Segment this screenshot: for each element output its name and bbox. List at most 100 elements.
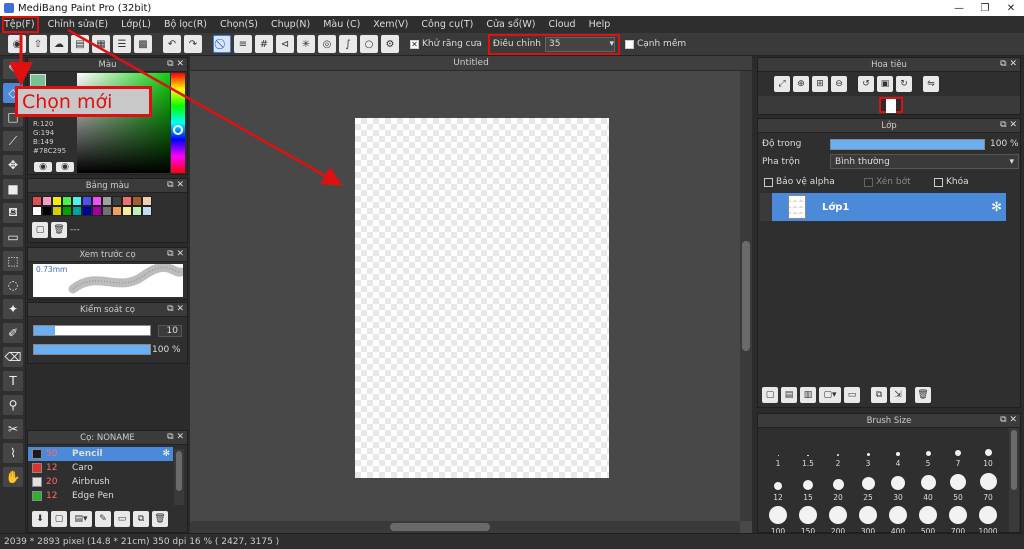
brush-size-option[interactable]: 15 <box>793 464 823 502</box>
menu-color[interactable]: Màu (C) <box>323 19 360 30</box>
snap-curve-icon[interactable]: ∫ <box>339 35 357 53</box>
palette-swatch[interactable] <box>42 196 52 206</box>
menu-help[interactable]: Help <box>589 19 611 30</box>
brush-size-option[interactable]: 1 <box>763 430 793 468</box>
delete-swatch-icon[interactable]: 🗑 <box>51 222 67 238</box>
brush-size-option[interactable]: 1.5 <box>793 430 823 468</box>
brush-duplicate-icon[interactable]: ⧉ <box>133 511 149 527</box>
brush-add-menu-icon[interactable]: ▤▾ <box>70 511 92 527</box>
palette-swatch[interactable] <box>82 206 92 216</box>
snap-perspective-icon[interactable]: ⊲ <box>276 35 294 53</box>
layer-folder-icon[interactable]: ▭ <box>844 387 860 403</box>
palette-swatch[interactable] <box>112 206 122 216</box>
snap-off-icon[interactable]: ⃠ <box>213 35 231 53</box>
brush-size-option[interactable]: 30 <box>883 464 913 502</box>
panel-pin-close-icon[interactable]: ⧉ ✕ <box>1000 120 1017 130</box>
palette-swatch[interactable] <box>122 196 132 206</box>
comment-icon[interactable]: ▤ <box>71 35 89 53</box>
brush-size-option[interactable]: 10 <box>973 430 1003 468</box>
select-eraser-tool-icon[interactable]: ⌫ <box>3 347 23 367</box>
snap-parallel-icon[interactable]: ≡ <box>234 35 252 53</box>
rotate-right-icon[interactable]: ↻ <box>896 76 912 92</box>
palette-swatch[interactable] <box>142 196 152 206</box>
brush-delete-icon[interactable]: 🗑 <box>152 511 168 527</box>
snap-cross-icon[interactable]: # <box>255 35 273 53</box>
zoom-fit-icon[interactable]: ⤢ <box>774 76 790 92</box>
palette-swatch[interactable] <box>132 206 142 216</box>
brush-item-pencil[interactable]: 50 Pencil ✻ <box>28 447 173 461</box>
operation-tool-icon[interactable]: ⚲ <box>3 395 23 415</box>
menu-layer[interactable]: Lớp(L) <box>121 19 151 30</box>
hue-slider[interactable] <box>171 73 185 173</box>
magic-wand-tool-icon[interactable]: ✦ <box>3 299 23 319</box>
canvas-tab[interactable]: Untitled <box>190 56 752 71</box>
brush-size-option[interactable]: 400 <box>883 498 913 536</box>
brush-size-option[interactable]: 40 <box>913 464 943 502</box>
clip-checkbox[interactable] <box>864 177 873 187</box>
export-icon[interactable]: ⇧ <box>29 35 47 53</box>
zoom-in-icon[interactable]: ⊕ <box>793 76 809 92</box>
brush-size-option[interactable]: 3 <box>853 430 883 468</box>
brush-size-option[interactable]: 50 <box>943 464 973 502</box>
brush-size-option[interactable]: 2 <box>823 430 853 468</box>
palette-swatch[interactable] <box>92 206 102 216</box>
close-button[interactable]: ✕ <box>998 0 1024 16</box>
maximize-button[interactable]: ❐ <box>972 0 998 16</box>
fill-rect-tool-icon[interactable]: ■ <box>3 179 23 199</box>
menu-edit[interactable]: Chỉnh sửa(E) <box>48 19 109 30</box>
adjust-select[interactable]: 35 ▾ <box>544 36 615 52</box>
rotate-reset-icon[interactable]: ▣ <box>877 76 893 92</box>
zoom-out-icon[interactable]: ⊖ <box>831 76 847 92</box>
snap-ellipse-icon[interactable]: ○ <box>360 35 378 53</box>
palette-swatch[interactable] <box>52 206 62 216</box>
brush-size-option[interactable]: 20 <box>823 464 853 502</box>
palette-swatch[interactable] <box>72 196 82 206</box>
brush-size-value[interactable]: 10 <box>158 325 182 337</box>
brush-size-option[interactable]: 12 <box>763 464 793 502</box>
bucket-tool-icon[interactable]: ⛾ <box>3 203 23 223</box>
brush-item-airbrush[interactable]: 20 Airbrush <box>28 475 173 489</box>
menu-cloud[interactable]: Cloud <box>548 19 575 30</box>
palette-swatch[interactable] <box>62 206 72 216</box>
eyedropper-tool-icon[interactable]: ⌇ <box>3 443 23 463</box>
merge-layer-icon[interactable]: ⇲ <box>890 387 906 403</box>
gear-icon[interactable]: ✻ <box>991 200 1002 215</box>
protect-alpha-checkbox[interactable] <box>764 177 773 187</box>
canvas-horizontal-scrollbar[interactable] <box>190 521 740 533</box>
brush-folder-icon[interactable]: ▭ <box>114 511 130 527</box>
layer-opacity-slider[interactable] <box>830 139 985 150</box>
brush-item-edge-pen[interactable]: 12 Edge Pen <box>28 489 173 503</box>
gear-icon[interactable]: ✻ <box>162 449 170 459</box>
panel-pin-close-icon[interactable]: ⧉ ✕ <box>167 59 184 69</box>
gradient-tool-icon[interactable]: ▭ <box>3 227 23 247</box>
brush-item-caro[interactable]: 12 Caro <box>28 461 173 475</box>
new-8bit-layer-icon[interactable]: ▥ <box>800 387 816 403</box>
hue-indicator[interactable] <box>173 125 183 135</box>
brush-size-option[interactable]: 70 <box>973 464 1003 502</box>
lasso-tool-icon[interactable]: ◌ <box>3 275 23 295</box>
menu-window[interactable]: Cửa sổ(W) <box>486 19 535 30</box>
settings-gear-icon[interactable]: ⚙ <box>381 35 399 53</box>
brush-size-option[interactable]: 25 <box>853 464 883 502</box>
palette-swatch[interactable] <box>62 196 72 206</box>
brush-size-option[interactable]: 200 <box>823 498 853 536</box>
panel-pin-close-icon[interactable]: ⧉ ✕ <box>167 249 184 259</box>
blend-mode-select[interactable]: Bình thường ▾ <box>830 154 1019 169</box>
palette-swatch[interactable] <box>122 206 132 216</box>
delete-layer-icon[interactable]: 🗑 <box>915 387 931 403</box>
palette-swatch[interactable] <box>72 206 82 216</box>
palette-swatch[interactable] <box>32 206 42 216</box>
color-mode-icon[interactable]: ◉ <box>34 162 52 172</box>
snap-radial-icon[interactable]: ✳ <box>297 35 315 53</box>
brush-edit-icon[interactable]: ✎ <box>95 511 111 527</box>
flip-horizontal-icon[interactable]: ⇋ <box>923 76 939 92</box>
cloud-save-icon[interactable]: ☁ <box>50 35 68 53</box>
select-rect-tool-icon[interactable]: ⬚ <box>3 251 23 271</box>
duplicate-layer-icon[interactable]: ⧉ <box>871 387 887 403</box>
layer-row[interactable]: Lớp1 ✻ <box>760 193 1006 221</box>
brush-size-option[interactable]: 7 <box>943 430 973 468</box>
list-icon[interactable]: ☰ <box>113 35 131 53</box>
palette-swatch[interactable] <box>132 196 142 206</box>
brush-size-option[interactable]: 300 <box>853 498 883 536</box>
navigator-preview[interactable] <box>758 96 1020 114</box>
